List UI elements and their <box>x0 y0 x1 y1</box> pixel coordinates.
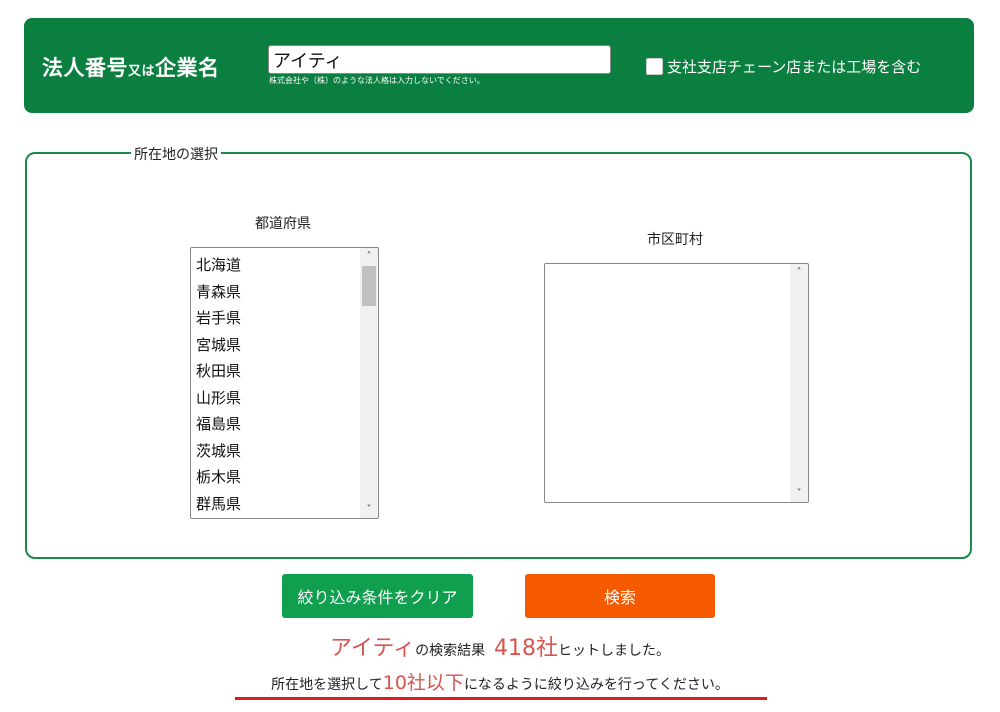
search-button[interactable]: 検索 <box>525 574 715 618</box>
branch-checkbox-label[interactable]: 支社支店チェーン店または工場を含む <box>667 56 921 77</box>
location-legend: 所在地の選択 <box>131 144 221 164</box>
clear-filters-button[interactable]: 絞り込み条件をクリア <box>282 574 473 618</box>
prefecture-option[interactable]: 北海道 <box>196 252 241 279</box>
company-name-input[interactable] <box>268 45 611 74</box>
input-note: 株式会社や（株）のような法人格は入力しないでください。 <box>269 76 485 85</box>
prefecture-option[interactable]: 山形県 <box>196 385 241 412</box>
title-end: 企業名 <box>155 56 220 80</box>
chevron-up-icon[interactable]: ˄ <box>790 264 808 281</box>
prefecture-option[interactable]: 福島県 <box>196 411 241 438</box>
result-count: 418社 <box>494 636 559 661</box>
city-select[interactable]: ˄ ˅ <box>544 263 809 503</box>
city-scrollbar[interactable]: ˄ ˅ <box>790 264 808 502</box>
search-bar: 法人番号又は企業名 株式会社や（株）のような法人格は入力しないでください。 支社… <box>24 18 974 113</box>
branch-checkbox[interactable] <box>646 58 663 75</box>
city-label: 市区町村 <box>647 232 703 248</box>
branch-check[interactable]: 支社支店チェーン店または工場を含む <box>646 56 921 77</box>
chevron-up-icon[interactable]: ˄ <box>360 248 378 265</box>
prefecture-option[interactable]: 岩手県 <box>196 305 241 332</box>
title-main: 法人番号 <box>42 56 128 80</box>
notice-post: になるように絞り込みを行ってください。 <box>463 677 729 693</box>
prefecture-scrollbar[interactable]: ˄ ˅ <box>360 248 378 518</box>
result-middle: の検索結果 <box>415 643 486 659</box>
notice-highlight: 10社以下 <box>382 672 464 694</box>
prefecture-option[interactable]: 栃木県 <box>196 464 241 491</box>
prefecture-label: 都道府県 <box>255 216 311 232</box>
prefecture-option[interactable]: 群馬県 <box>196 491 241 518</box>
title-small: 又は <box>128 64 156 79</box>
result-summary: アイティの検索結果 418社ヒットしました。 <box>0 630 1000 662</box>
prefecture-option[interactable]: 茨城県 <box>196 438 241 465</box>
result-suffix: ヒットしました。 <box>558 643 671 659</box>
prefecture-select[interactable]: 北海道 青森県 岩手県 宮城県 秋田県 山形県 福島県 茨城県 栃木県 群馬県 ˄ ˅ <box>190 247 379 519</box>
chevron-down-icon[interactable]: ˅ <box>360 501 378 518</box>
search-title: 法人番号又は企業名 <box>42 52 220 82</box>
prefecture-option[interactable]: 青森県 <box>196 279 241 306</box>
scroll-thumb[interactable] <box>362 266 376 306</box>
notice-pre: 所在地を選択して <box>271 677 383 693</box>
prefecture-option[interactable]: 宮城県 <box>196 332 241 359</box>
notice-underline <box>235 697 767 700</box>
prefecture-option[interactable]: 秋田県 <box>196 358 241 385</box>
location-fieldset: 所在地の選択 都道府県 市区町村 北海道 青森県 岩手県 宮城県 秋田県 山形県 福島県 茨城… <box>25 144 972 559</box>
prefecture-options: 北海道 青森県 岩手県 宮城県 秋田県 山形県 福島県 茨城県 栃木県 群馬県 <box>196 252 241 517</box>
result-query: アイティ <box>329 636 416 661</box>
chevron-down-icon[interactable]: ˅ <box>790 485 808 502</box>
refine-notice: 所在地を選択して10社以下になるように絞り込みを行ってください。 <box>0 668 1000 695</box>
